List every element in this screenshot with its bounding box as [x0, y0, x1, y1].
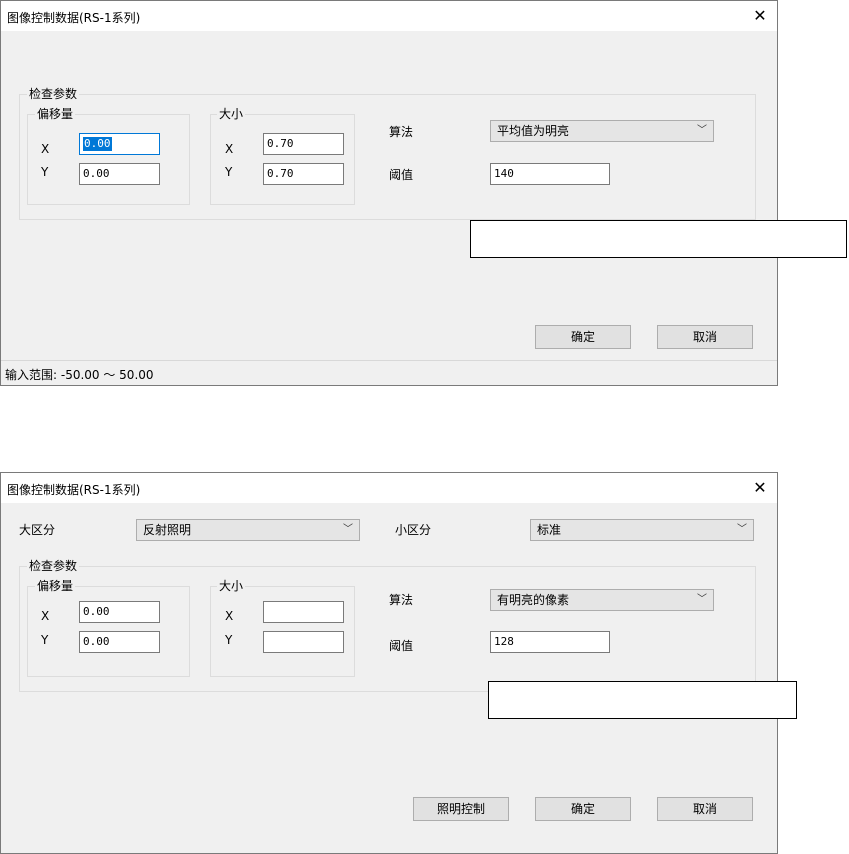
- algorithm-value: 平均值为明亮: [497, 124, 570, 138]
- major-category-label: 大区分: [19, 523, 56, 537]
- algorithm-select[interactable]: 平均值为明亮 ﹀: [490, 120, 714, 142]
- offset-group: [27, 114, 190, 205]
- inspect-params-label: 检查参数: [27, 559, 80, 573]
- major-category-value: 反射照明: [143, 523, 192, 537]
- input-range-status: 输入范围: -50.00 ～ 50.00: [5, 368, 154, 382]
- title-bar: 图像控制数据(RS-1系列) ✕: [1, 473, 777, 503]
- overlay-box-1: [470, 220, 847, 258]
- offset-y-input[interactable]: 0.00: [79, 163, 160, 185]
- offset-y-input[interactable]: 0.00: [79, 631, 160, 653]
- cancel-button[interactable]: 取消: [657, 325, 753, 349]
- close-icon[interactable]: ✕: [749, 5, 771, 27]
- image-control-dialog-1: 图像控制数据(RS-1系列) ✕ 检查参数 偏移量 X 0.00 Y 0.00 …: [0, 0, 778, 386]
- size-y-label: Y: [225, 165, 233, 179]
- inspect-params-label: 检查参数: [27, 87, 80, 101]
- algorithm-label: 算法: [389, 593, 414, 607]
- ok-button[interactable]: 确定: [535, 325, 631, 349]
- algorithm-label: 算法: [389, 125, 414, 139]
- ok-button[interactable]: 确定: [535, 797, 631, 821]
- chevron-down-icon: ﹀: [697, 594, 707, 605]
- threshold-input[interactable]: 128: [490, 631, 610, 653]
- size-y-input[interactable]: 0.70: [263, 163, 344, 185]
- threshold-input[interactable]: 140: [490, 163, 610, 185]
- offset-label: 偏移量: [35, 579, 76, 593]
- overlay-box-2: [488, 681, 797, 719]
- chevron-down-icon: ﹀: [697, 125, 707, 136]
- offset-x-input[interactable]: 0.00: [79, 601, 160, 623]
- algorithm-select[interactable]: 有明亮的像素 ﹀: [490, 589, 714, 611]
- size-x-input[interactable]: 0.70: [263, 133, 344, 155]
- close-icon[interactable]: ✕: [749, 477, 771, 499]
- size-group: [210, 114, 355, 205]
- status-bar: 输入范围: -50.00 ～ 50.00: [1, 360, 777, 385]
- cancel-button[interactable]: 取消: [657, 797, 753, 821]
- threshold-label: 阈值: [389, 639, 414, 653]
- size-y-input[interactable]: [263, 631, 344, 653]
- offset-x-input[interactable]: 0.00: [79, 133, 160, 155]
- minor-category-value: 标准: [537, 523, 562, 537]
- threshold-label: 阈值: [389, 168, 414, 182]
- size-x-label: X: [225, 609, 234, 623]
- offset-x-label: X: [41, 609, 50, 623]
- lighting-control-button[interactable]: 照明控制: [413, 797, 509, 821]
- algorithm-value: 有明亮的像素: [497, 593, 570, 607]
- offset-x-label: X: [41, 142, 50, 156]
- chevron-down-icon: ﹀: [737, 524, 747, 535]
- size-x-input[interactable]: [263, 601, 344, 623]
- minor-category-select[interactable]: 标准 ﹀: [530, 519, 754, 541]
- chevron-down-icon: ﹀: [343, 524, 353, 535]
- size-label: 大小: [217, 579, 246, 593]
- dialog-title: 图像控制数据(RS-1系列): [7, 11, 141, 25]
- offset-label: 偏移量: [35, 107, 76, 121]
- offset-y-label: Y: [41, 165, 49, 179]
- image-control-dialog-2: 图像控制数据(RS-1系列) ✕ 大区分 反射照明 ﹀ 小区分 标准 ﹀ 检查参…: [0, 472, 778, 854]
- title-bar: 图像控制数据(RS-1系列) ✕: [1, 1, 777, 31]
- size-x-label: X: [225, 142, 234, 156]
- offset-y-label: Y: [41, 633, 49, 647]
- major-category-select[interactable]: 反射照明 ﹀: [136, 519, 360, 541]
- size-label: 大小: [217, 107, 246, 121]
- minor-category-label: 小区分: [395, 523, 432, 537]
- size-y-label: Y: [225, 633, 233, 647]
- dialog-title: 图像控制数据(RS-1系列): [7, 483, 141, 497]
